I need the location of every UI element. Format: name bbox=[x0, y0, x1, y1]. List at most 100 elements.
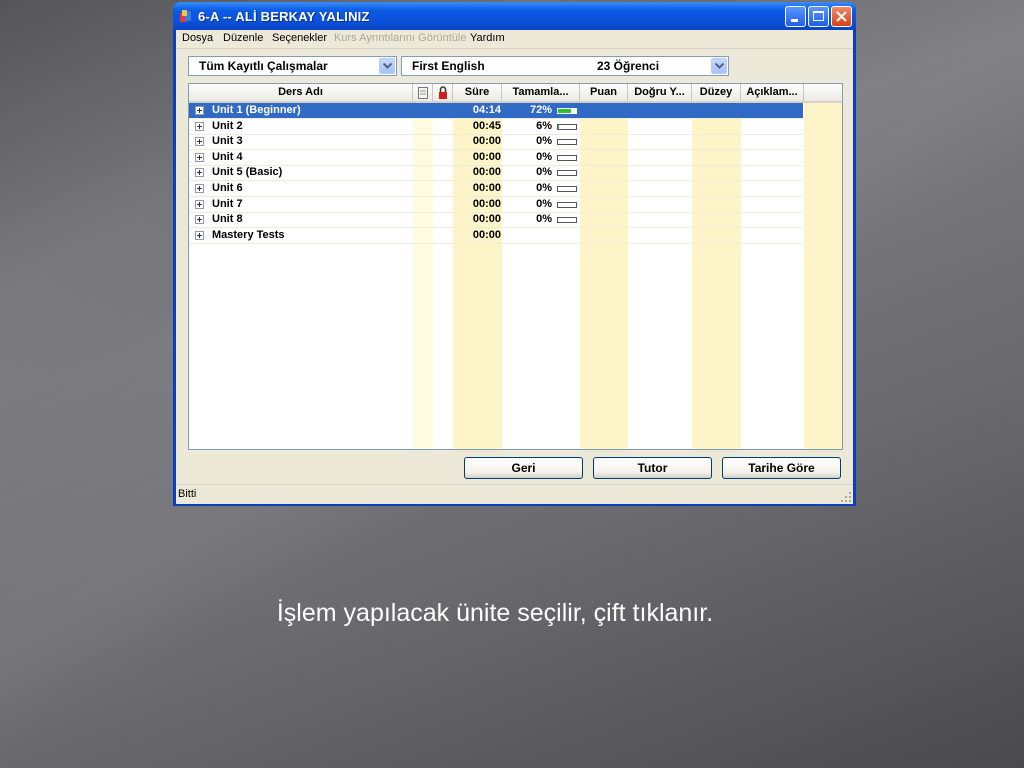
lesson-name: Unit 2 bbox=[212, 119, 243, 132]
lesson-completion: 6% bbox=[536, 119, 552, 132]
lesson-name: Unit 5 (Basic) bbox=[212, 166, 283, 179]
app-window: 6-A -- ALİ BERKAY YALINIZ Dosya Düzenle … bbox=[173, 2, 856, 506]
back-button[interactable]: Geri bbox=[464, 457, 583, 479]
menu-options[interactable]: Seçenekler bbox=[272, 32, 327, 44]
menu-course-details[interactable]: Kurs Ayrıntılarını Görüntüle bbox=[334, 32, 466, 44]
table-row[interactable]: Mastery Tests 00:00 bbox=[189, 228, 842, 244]
client-area: Dosya Düzenle Seçenekler Kurs Ayrıntılar… bbox=[176, 30, 853, 504]
table-row[interactable]: Unit 3 00:00 0% bbox=[189, 134, 842, 151]
lesson-time: 00:00 bbox=[472, 135, 501, 148]
header-completion[interactable]: Tamamla... bbox=[502, 84, 580, 101]
chevron-down-icon bbox=[383, 63, 392, 69]
lesson-completion: 0% bbox=[536, 197, 552, 210]
dropdown-arrow-button[interactable] bbox=[711, 58, 727, 74]
lesson-name: Mastery Tests bbox=[212, 228, 285, 241]
lesson-time: 00:00 bbox=[472, 213, 501, 226]
close-button[interactable] bbox=[831, 6, 852, 27]
expand-icon[interactable] bbox=[195, 106, 204, 115]
header-score[interactable]: Puan bbox=[580, 84, 628, 101]
dropdown-arrow-button[interactable] bbox=[379, 58, 395, 74]
lesson-name: Unit 1 (Beginner) bbox=[212, 104, 301, 116]
completion-progress-bar bbox=[557, 201, 577, 208]
lock-icon bbox=[438, 86, 447, 99]
lesson-completion: 72% bbox=[529, 104, 552, 116]
close-icon bbox=[836, 11, 847, 22]
window-title: 6-A -- ALİ BERKAY YALINIZ bbox=[198, 9, 370, 24]
table-row[interactable]: Unit 2 00:45 6% bbox=[189, 119, 842, 135]
table-row[interactable]: Unit 6 00:00 0% bbox=[189, 181, 842, 197]
student-count: 23 Öğrenci bbox=[597, 59, 660, 73]
table-row[interactable]: Unit 8 00:00 0% bbox=[189, 212, 842, 229]
menu-file[interactable]: Dosya bbox=[182, 32, 213, 44]
lesson-time: 00:00 bbox=[472, 197, 501, 210]
table-row[interactable]: Unit 1 (Beginner) 04:14 72% bbox=[189, 103, 842, 119]
table-row[interactable]: Unit 4 00:00 0% bbox=[189, 150, 842, 166]
completion-progress-bar bbox=[557, 108, 577, 114]
sort-by-date-button[interactable]: Tarihe Göre bbox=[722, 457, 841, 479]
expand-icon[interactable] bbox=[195, 230, 204, 240]
completion-progress-bar bbox=[557, 217, 577, 224]
list-header: Ders Adı Süre Tamamla... Puan Doğru Y...… bbox=[189, 84, 842, 103]
expand-icon[interactable] bbox=[195, 199, 204, 209]
works-filter-dropdown[interactable]: Tüm Kayıtlı Çalışmalar bbox=[188, 56, 397, 76]
header-time[interactable]: Süre bbox=[453, 84, 502, 101]
expand-icon[interactable] bbox=[195, 168, 204, 178]
lesson-time: 00:00 bbox=[472, 166, 501, 179]
lesson-time: 00:45 bbox=[472, 119, 501, 132]
course-dropdown[interactable]: First English 23 Öğrenci bbox=[401, 56, 729, 76]
works-filter-value: Tüm Kayıtlı Çalışmalar bbox=[199, 59, 328, 73]
header-correct[interactable]: Doğru Y... bbox=[628, 84, 692, 101]
chevron-down-icon bbox=[715, 63, 724, 69]
header-name[interactable]: Ders Adı bbox=[189, 84, 413, 101]
menu-help[interactable]: Yardım bbox=[470, 32, 505, 44]
maximize-icon bbox=[813, 11, 824, 21]
course-value: First English bbox=[412, 59, 485, 73]
progress-fill bbox=[558, 124, 560, 129]
lesson-name: Unit 3 bbox=[212, 135, 243, 148]
row-gridline bbox=[189, 242, 803, 244]
expand-icon[interactable] bbox=[195, 215, 204, 225]
lesson-time: 00:00 bbox=[472, 150, 501, 163]
lesson-name: Unit 6 bbox=[212, 182, 243, 194]
lesson-completion: 0% bbox=[536, 135, 552, 148]
minimize-icon bbox=[791, 19, 798, 22]
lesson-time: 04:14 bbox=[472, 104, 501, 116]
lesson-name: Unit 8 bbox=[212, 213, 243, 226]
title-bar[interactable]: 6-A -- ALİ BERKAY YALINIZ bbox=[173, 2, 856, 30]
menu-bar: Dosya Düzenle Seçenekler Kurs Ayrıntılar… bbox=[176, 30, 853, 49]
status-text: Bitti bbox=[178, 488, 197, 500]
lesson-time: 00:00 bbox=[472, 182, 501, 194]
menu-edit[interactable]: Düzenle bbox=[223, 32, 263, 44]
header-lock[interactable] bbox=[433, 84, 453, 101]
completion-progress-bar bbox=[557, 186, 577, 192]
lesson-name: Unit 4 bbox=[212, 150, 243, 163]
lesson-completion: 0% bbox=[536, 166, 552, 179]
progress-fill bbox=[558, 109, 571, 113]
completion-progress-bar bbox=[557, 139, 577, 146]
lesson-name: Unit 7 bbox=[212, 197, 243, 210]
completion-progress-bar bbox=[557, 123, 577, 130]
slide-caption: İşlem yapılacak ünite seçilir, çift tıkl… bbox=[276, 599, 714, 627]
maximize-button[interactable] bbox=[808, 6, 829, 27]
expand-icon[interactable] bbox=[195, 121, 204, 131]
notes-icon bbox=[417, 87, 428, 99]
expand-icon[interactable] bbox=[195, 152, 204, 162]
expand-icon[interactable] bbox=[195, 184, 204, 193]
lessons-list[interactable]: Ders Adı Süre Tamamla... Puan Doğru Y...… bbox=[188, 83, 843, 450]
resize-grip-icon[interactable] bbox=[841, 492, 851, 502]
minimize-button[interactable] bbox=[785, 6, 806, 27]
completion-progress-bar bbox=[557, 170, 577, 177]
lesson-completion: 0% bbox=[536, 213, 552, 226]
lesson-completion: 0% bbox=[536, 150, 552, 163]
table-row[interactable]: Unit 5 (Basic) 00:00 0% bbox=[189, 165, 842, 182]
completion-progress-bar bbox=[557, 154, 577, 161]
tutor-button[interactable]: Tutor bbox=[593, 457, 712, 479]
header-notes[interactable] bbox=[413, 84, 433, 101]
lesson-completion: 0% bbox=[536, 182, 552, 194]
table-row[interactable]: Unit 7 00:00 0% bbox=[189, 197, 842, 213]
status-bar: Bitti bbox=[176, 484, 853, 504]
header-description[interactable]: Açıklam... bbox=[741, 84, 804, 101]
header-level[interactable]: Düzey bbox=[692, 84, 741, 101]
app-icon bbox=[180, 10, 191, 22]
expand-icon[interactable] bbox=[195, 137, 204, 147]
